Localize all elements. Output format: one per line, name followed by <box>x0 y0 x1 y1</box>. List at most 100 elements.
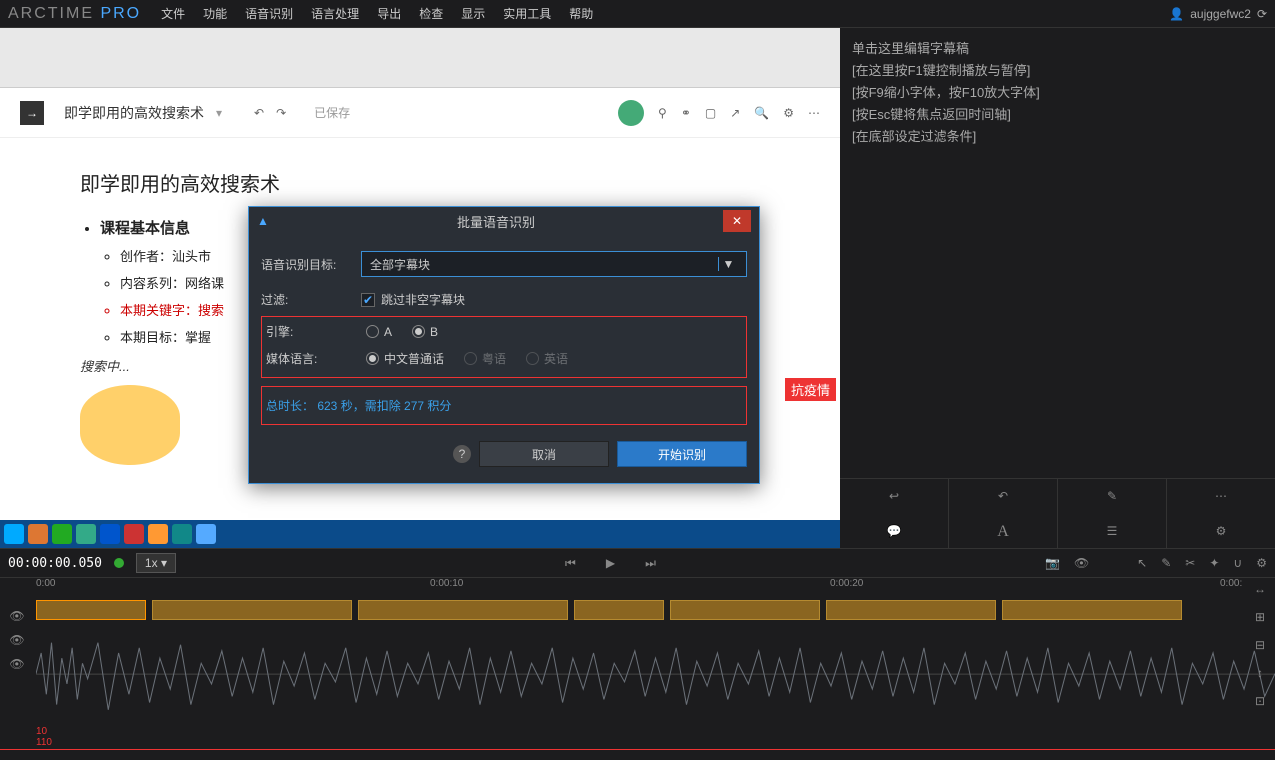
menu-asr[interactable]: 语音识别 <box>245 5 293 22</box>
back-icon[interactable]: ↶ <box>949 479 1058 514</box>
chat-icon[interactable]: 💬 <box>840 514 949 549</box>
topbar: ARCTIME PRO 文件 功能 语音识别 语言处理 导出 检查 显示 实用工… <box>0 0 1275 28</box>
time-ruler[interactable]: 0:00 0:00:10 0:00:20 0:00: <box>0 578 1275 598</box>
tool-icon[interactable]: ⊡ <box>1255 694 1265 716</box>
start-button[interactable]: 开始识别 <box>617 441 747 467</box>
filter-option: 跳过非空字幕块 <box>381 291 465 308</box>
reply-icon[interactable]: ↩ <box>840 479 949 514</box>
filter-label: 过滤: <box>261 291 361 308</box>
timecode: 00:00:00.050 <box>8 556 102 571</box>
subtitle-clip[interactable] <box>152 600 352 620</box>
share-icon[interactable]: ⚲ <box>658 106 667 120</box>
speed-selector[interactable]: 1x ▾ <box>136 553 176 573</box>
hint-filter: [在底部设定过滤条件] <box>852 126 1263 148</box>
gear-icon[interactable]: ⚙ <box>1256 556 1267 570</box>
subtitle-clip[interactable] <box>826 600 996 620</box>
engine-a-radio[interactable] <box>366 325 379 338</box>
wand-icon[interactable]: ✦ <box>1209 556 1219 570</box>
hint-f9: [按F9缩小字体，按F10放大字体] <box>852 82 1263 104</box>
close-button[interactable]: ✕ <box>723 210 751 232</box>
lang-english-radio <box>526 352 539 365</box>
hint-f1: [在这里按F1键控制播放与暂停] <box>852 60 1263 82</box>
more-icon[interactable]: ⋯ <box>808 106 820 120</box>
refresh-icon[interactable]: ⟳ <box>1257 7 1267 21</box>
hint-edit[interactable]: 单击这里编辑字幕稿 <box>852 38 1263 60</box>
tool-icon[interactable]: ↔ <box>1254 582 1266 604</box>
menu-function[interactable]: 功能 <box>203 5 227 22</box>
target-select[interactable]: 全部字幕块 ▼ <box>361 251 747 277</box>
doc-toolbar: → 即学即用的高效搜索术 ▾ ↶ ↷ 已保存 ⚲ ⚭ ▢ ↗ 🔍 ⚙ ⋯ <box>0 88 840 138</box>
pointer-icon[interactable]: ↖ <box>1137 556 1147 570</box>
subtitle-clip[interactable] <box>358 600 568 620</box>
transport-bar: 00:00:00.050 1x ▾ ⏮ ▶ ⏭ 📷 👁 ↖ ✎ ✂ ✦ ∪ ⚙ <box>0 548 1275 578</box>
subtitle-clip[interactable] <box>36 600 146 620</box>
tool-icon[interactable]: ⊞ <box>1255 610 1265 632</box>
camera-icon[interactable]: 📷 <box>1045 556 1060 570</box>
user-area[interactable]: 👤 aujggefwc2 ⟳ <box>1169 7 1267 21</box>
link-icon[interactable]: ⚭ <box>681 106 691 120</box>
waveform-track[interactable] <box>0 622 1275 722</box>
menu-tools[interactable]: 实用工具 <box>503 5 551 22</box>
list-icon[interactable]: ☰ <box>1058 514 1167 549</box>
prev-icon[interactable]: ⏮ <box>565 556 576 571</box>
settings-icon[interactable]: ⚙ <box>783 106 794 120</box>
filter-checkbox[interactable]: ✔ <box>361 293 375 307</box>
lang-mandarin-radio[interactable] <box>366 352 379 365</box>
menu-help[interactable]: 帮助 <box>569 5 593 22</box>
edit-icon[interactable]: ✎ <box>1058 479 1167 514</box>
cartoon-graphic <box>80 385 180 465</box>
lang-label: 媒体语言: <box>266 350 366 367</box>
tool-icon[interactable]: ↕ <box>1257 666 1263 688</box>
highlighted-duration-box: 总时长： 623 秒，需扣除 277 积分 <box>261 386 747 425</box>
doc-heading: 即学即用的高效搜索术 <box>80 168 760 197</box>
browser-chrome <box>0 28 840 88</box>
chevron-down-icon: ▼ <box>718 257 738 271</box>
right-toolbar: ↩ ↶ ✎ ⋯ 💬 A ☰ ⚙ <box>840 478 1275 548</box>
lang-cantonese-radio <box>464 352 477 365</box>
menu-check[interactable]: 检查 <box>419 5 443 22</box>
avatar[interactable] <box>618 100 644 126</box>
next-icon[interactable]: ⏭ <box>645 556 656 571</box>
dialog-title: 批量语音识别 <box>457 212 535 231</box>
engine-b-radio[interactable] <box>412 325 425 338</box>
waveform <box>36 622 1275 722</box>
pen-icon[interactable]: ✎ <box>1161 556 1171 570</box>
redo-icon[interactable]: ↷ <box>276 106 286 120</box>
target-label: 语音识别目标: <box>261 256 361 273</box>
present-icon[interactable]: ▢ <box>705 106 716 120</box>
subtitle-clip[interactable] <box>574 600 664 620</box>
search-icon[interactable]: 🔍 <box>754 106 769 120</box>
saved-label: 已保存 <box>314 104 350 121</box>
timeline[interactable]: + 👁 👁 👁 0:00 0:00:10 0:00:20 0:00: 10110… <box>0 578 1275 760</box>
menu-export[interactable]: 导出 <box>377 5 401 22</box>
tool-icon[interactable]: ⊟ <box>1255 638 1265 660</box>
subtitle-track[interactable] <box>0 598 1275 622</box>
menu-display[interactable]: 显示 <box>461 5 485 22</box>
subtitle-editor-panel[interactable]: 单击这里编辑字幕稿 [在这里按F1键控制播放与暂停] [按F9缩小字体，按F10… <box>840 28 1275 548</box>
help-icon[interactable]: ? <box>453 445 471 463</box>
hint-esc: [按Esc键将焦点返回时间轴] <box>852 104 1263 126</box>
windows-taskbar <box>0 520 840 548</box>
subtitle-clip[interactable] <box>670 600 820 620</box>
menu-lang[interactable]: 语言处理 <box>311 5 359 22</box>
dialog-logo-icon: ▲ <box>257 214 269 228</box>
font-icon[interactable]: A <box>949 514 1058 549</box>
export-icon[interactable]: ↗ <box>730 106 740 120</box>
record-indicator <box>114 558 124 568</box>
back-button[interactable]: → <box>20 101 44 125</box>
eye-icon[interactable]: 👁 <box>1074 556 1089 570</box>
sliders-icon[interactable]: ⚙ <box>1167 514 1275 549</box>
cancel-button[interactable]: 取消 <box>479 441 609 467</box>
app-logo: ARCTIME PRO <box>8 5 141 23</box>
undo-icon[interactable]: ↶ <box>254 106 264 120</box>
magnet-icon[interactable]: ∪ <box>1233 556 1242 570</box>
play-icon[interactable]: ▶ <box>606 556 615 571</box>
menu-file[interactable]: 文件 <box>161 5 185 22</box>
red-markers: 10110 <box>36 726 52 748</box>
doc-title[interactable]: 即学即用的高效搜索术 <box>64 103 204 123</box>
cut-icon[interactable]: ✂ <box>1185 556 1195 570</box>
more-icon[interactable]: ⋯ <box>1167 479 1275 514</box>
menubar: 文件 功能 语音识别 语言处理 导出 检查 显示 实用工具 帮助 <box>161 5 593 22</box>
subtitle-clip[interactable] <box>1002 600 1182 620</box>
engine-label: 引擎: <box>266 323 366 340</box>
